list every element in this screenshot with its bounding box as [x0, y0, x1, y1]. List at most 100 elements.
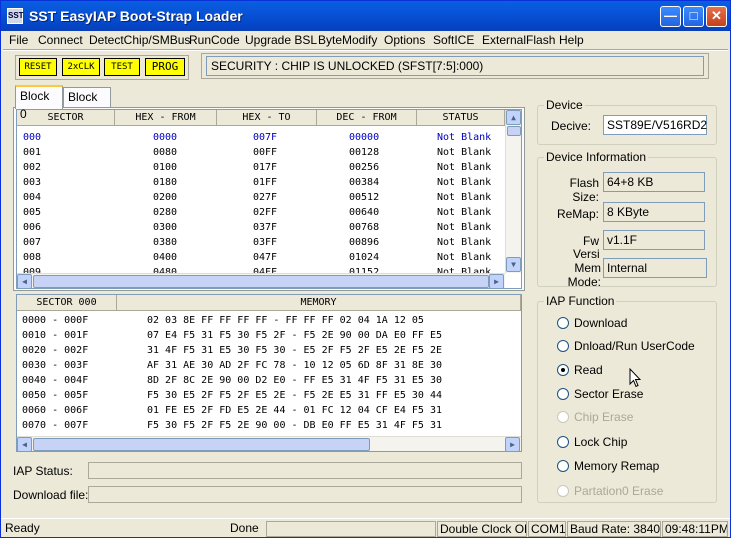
memory-horizontal-scrollbar[interactable]: ◀ ▶ — [17, 436, 521, 451]
iap-function-group-title: IAP Function — [544, 294, 617, 308]
scroll-thumb[interactable] — [33, 438, 370, 451]
scroll-thumb[interactable] — [507, 126, 521, 136]
cell-address-range: 0070 - 007F — [22, 420, 89, 431]
sector-table[interactable]: SECTOR HEX - FROM HEX - TO DEC - FROM ST… — [16, 109, 522, 289]
cell-hex-from: 0380 — [153, 237, 178, 248]
column-header-sector[interactable]: SECTOR — [17, 110, 115, 126]
security-status: SECURITY : CHIP IS UNLOCKED (SFST[7:5]:0… — [206, 56, 704, 76]
prog-button[interactable]: PROG — [145, 58, 185, 76]
menu-options[interactable]: Options — [384, 33, 425, 47]
cell-dec-from: 00896 — [349, 237, 380, 248]
fw-version-label: Fw Version: — [573, 235, 599, 259]
mem-mode-label: Mem Mode: — [567, 261, 601, 289]
close-button[interactable]: ✕ — [706, 6, 727, 27]
menu-connect[interactable]: Connect — [38, 33, 83, 47]
column-header-status[interactable]: STATUS — [417, 110, 505, 126]
cell-hex-from: 0400 — [153, 252, 178, 263]
column-header-dec-from[interactable]: DEC - FROM — [317, 110, 417, 126]
menu-upgrade-bsl[interactable]: Upgrade BSL — [245, 33, 317, 47]
menu-bytemodify[interactable]: ByteModify — [318, 33, 377, 47]
column-header-memory[interactable]: MEMORY — [117, 295, 521, 311]
device-field[interactable]: SST89E/V516RD2 — [603, 115, 707, 135]
scroll-left-icon[interactable]: ◀ — [17, 274, 32, 288]
status-done: Done — [230, 521, 259, 535]
iap-status-label: IAP Status: — [13, 464, 73, 478]
cell-hex-from: 0300 — [153, 222, 178, 233]
download-file-field — [88, 486, 522, 503]
maximize-button[interactable]: □ — [683, 6, 704, 27]
radio-button-icon[interactable] — [557, 317, 569, 329]
mouse-pointer-icon — [629, 368, 641, 388]
status-time: 09:48:11PM — [662, 521, 728, 537]
menu-file[interactable]: File — [9, 33, 28, 47]
cell-hex-to: 01FF — [253, 177, 278, 188]
radio-button-icon — [557, 411, 569, 423]
cell-hex-to: 037F — [253, 222, 278, 233]
cell-memory-bytes: 8D 2F 8C 2E 90 00 D2 E0 - FF E5 31 4F F5… — [147, 375, 443, 386]
radio-button-selected-icon[interactable] — [557, 364, 569, 376]
title-bar[interactable]: SST SST EasyIAP Boot-Strap Loader — □ ✕ — [1, 1, 730, 31]
radio-button-icon[interactable] — [557, 340, 569, 352]
radio-button-icon — [557, 485, 569, 497]
cell-status: Not Blank — [437, 237, 492, 248]
cell-address-range: 0030 - 003F — [22, 360, 89, 371]
cell-memory-bytes: 31 4F F5 31 E5 30 F5 30 - E5 2F F5 2F E5… — [147, 345, 443, 356]
2xclk-button[interactable]: 2xCLK — [62, 58, 100, 76]
cell-hex-to: 007F — [253, 132, 278, 143]
column-header-hex-from[interactable]: HEX - FROM — [115, 110, 217, 126]
cell-hex-from: 0200 — [153, 192, 178, 203]
menu-softice[interactable]: SoftICE — [433, 33, 474, 47]
scroll-right-icon[interactable]: ▶ — [505, 437, 520, 451]
memory-table[interactable]: SECTOR 000 MEMORY 0000 - 000F 02 03 8E F… — [16, 294, 522, 452]
cell-sector: 001 — [23, 147, 42, 158]
menu-externalflash[interactable]: ExternalFlash — [482, 33, 555, 47]
cell-status: Not Blank — [437, 177, 492, 188]
radio-button-icon[interactable] — [557, 460, 569, 472]
scroll-up-icon[interactable]: ▲ — [506, 110, 521, 125]
status-progress — [266, 521, 436, 537]
cell-address-range: 0020 - 002F — [22, 345, 89, 356]
cell-dec-from: 00768 — [349, 222, 380, 233]
scroll-left-icon[interactable]: ◀ — [17, 437, 32, 451]
scroll-right-icon[interactable]: ▶ — [489, 274, 504, 288]
sector-vertical-scrollbar[interactable]: ▲ ▼ — [505, 110, 521, 273]
column-header-hex-to[interactable]: HEX - TO — [217, 110, 317, 126]
radio-button-icon[interactable] — [557, 436, 569, 448]
menu-runcode[interactable]: RunCode — [189, 33, 240, 47]
cell-status: Not Blank — [437, 207, 492, 218]
flash-size-label: Flash Size: — [569, 176, 599, 204]
test-button[interactable]: TEST — [104, 58, 140, 76]
cell-address-range: 0010 - 001F — [22, 330, 89, 341]
cell-hex-to: 00FF — [253, 147, 278, 158]
tab-block-0[interactable]: Block 0 — [15, 85, 63, 121]
status-port: COM1 — [528, 521, 566, 537]
tab-block-1[interactable]: Block 1 — [63, 87, 111, 122]
menu-detectchip[interactable]: DetectChip/SMBus — [89, 33, 190, 47]
cell-sector: 003 — [23, 177, 42, 188]
radio-button-icon[interactable] — [557, 388, 569, 400]
status-ready: Ready — [5, 521, 40, 535]
column-header-sector-000[interactable]: SECTOR 000 — [17, 295, 117, 311]
menu-help[interactable]: Help — [559, 33, 584, 47]
cell-address-range: 0050 - 005F — [22, 390, 89, 401]
radio-label: Chip Erase — [574, 410, 634, 424]
device-group-title: Device — [544, 98, 585, 112]
scroll-thumb[interactable] — [33, 275, 489, 288]
menu-bar: File Connect DetectChip/SMBus RunCode Up… — [1, 31, 730, 49]
fw-version-field: v1.1F — [603, 230, 705, 250]
remap-label: ReMap: — [556, 207, 599, 221]
cell-status: Not Blank — [437, 147, 492, 158]
cell-status: Not Blank — [437, 222, 492, 233]
sector-horizontal-scrollbar[interactable]: ◀ ▶ — [17, 273, 505, 288]
minimize-button[interactable]: — — [660, 6, 681, 27]
cell-hex-from: 0180 — [153, 177, 178, 188]
reset-button[interactable]: RESET — [19, 58, 57, 76]
download-file-label: Download file: — [13, 488, 89, 502]
app-icon[interactable]: SST — [7, 8, 24, 24]
mem-mode-field: Internal — [603, 258, 707, 278]
cell-hex-from: 0100 — [153, 162, 178, 173]
scroll-down-icon[interactable]: ▼ — [506, 257, 521, 272]
device-info-group-title: Device Information — [544, 150, 649, 164]
cell-hex-from: 0080 — [153, 147, 178, 158]
cell-memory-bytes: 07 E4 F5 31 F5 30 F5 2F - F5 2E 90 00 DA… — [147, 330, 443, 341]
